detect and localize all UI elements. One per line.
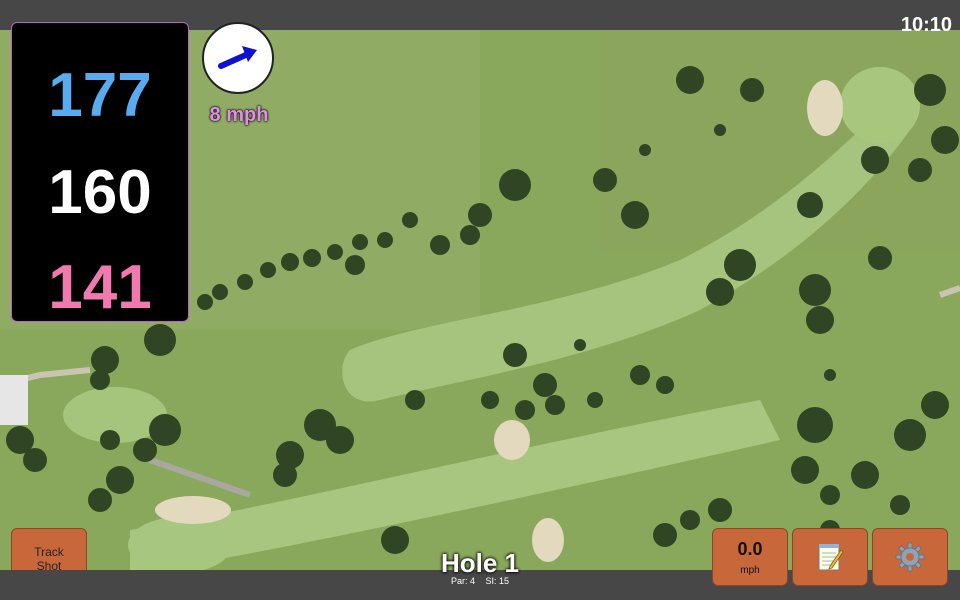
notes-button[interactable] <box>792 528 868 586</box>
speed-button[interactable]: 0.0 mph <box>712 528 788 586</box>
wind-speed-label: 8 mph <box>209 104 269 126</box>
wind-indicator <box>202 22 274 94</box>
speed-unit: mph <box>740 565 760 576</box>
distance-panel: 177 160 141 <box>11 22 189 322</box>
clock-time: 10:10 <box>900 14 952 36</box>
settings-button[interactable] <box>872 528 948 586</box>
speed-value: 0.0 <box>737 539 763 559</box>
middle-distance: 160 <box>48 158 152 227</box>
hole-par: Par: 4 <box>450 576 475 586</box>
notepad-icon <box>818 544 844 571</box>
front-distance: 141 <box>48 253 152 322</box>
track-shot-label-line1: Track <box>34 545 64 559</box>
gear-icon <box>895 542 925 572</box>
hole-title: Hole 1 <box>440 548 520 578</box>
wind-direction-arrow-icon <box>218 46 257 69</box>
hole-stroke-index: SI: 15 <box>485 576 510 586</box>
hole-info: Par: 4 SI: 15 <box>380 576 580 586</box>
back-distance: 177 <box>48 61 152 130</box>
